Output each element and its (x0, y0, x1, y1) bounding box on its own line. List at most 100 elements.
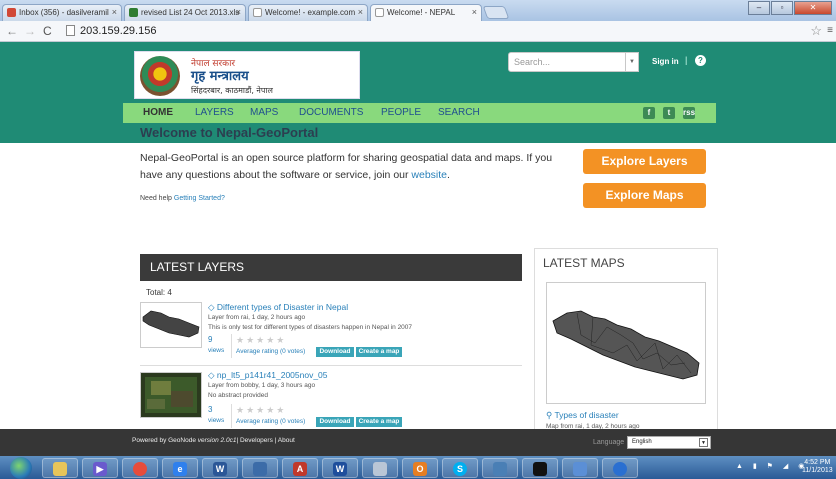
download-button[interactable]: Download (316, 347, 354, 357)
tab-example[interactable]: Welcome! - example.com × (248, 4, 368, 21)
clock-date: 11/1/2013 (802, 467, 833, 474)
nav-documents[interactable]: DOCUMENTS (299, 107, 363, 118)
rating-stars[interactable]: ★★★★★ (236, 405, 286, 416)
map-title[interactable]: ⚲ Types of disaster (546, 410, 619, 421)
page-title: Welcome to Nepal-GeoPortal (140, 125, 319, 140)
close-icon[interactable]: × (112, 7, 117, 17)
language-label: Language (593, 439, 625, 446)
site-logo[interactable]: नेपाल सरकार गृह मन्त्रालय सिंहदरबार, काठ… (134, 51, 360, 99)
taskbar-media[interactable]: ▶ (82, 458, 118, 478)
help-icon[interactable]: ? (695, 55, 706, 66)
version-text: version 2.0c1 (197, 437, 237, 444)
tab-inbox[interactable]: Inbox (356) - dasilveramil × (2, 4, 122, 21)
layer-title[interactable]: ◇ np_lt5_p141r41_2005nov_05 (208, 370, 328, 381)
nav-layers[interactable]: LAYERS (195, 107, 234, 118)
taskbar-network[interactable] (482, 458, 518, 478)
start-button[interactable] (10, 457, 32, 479)
logo-line-3: सिंहदरबार, काठमाडौं, नेपाल (191, 86, 273, 95)
taskbar-word-doc[interactable]: W (202, 458, 238, 478)
terminal-icon (533, 462, 547, 476)
facebook-icon[interactable]: f (643, 107, 655, 119)
menu-icon[interactable]: ≡ (827, 25, 833, 36)
tab-nepal[interactable]: Welcome! - NEPAL × (370, 4, 482, 22)
clock-time: 4:52 PM (804, 459, 831, 466)
website-link[interactable]: website (411, 169, 447, 181)
taskbar-powerpoint[interactable] (362, 458, 398, 478)
close-icon[interactable]: × (358, 7, 363, 17)
footer-links[interactable]: | Developers | About (236, 437, 294, 444)
folder-icon (53, 462, 67, 476)
map-thumbnail[interactable] (546, 282, 706, 404)
windows-taskbar: ▶ e W A W O S ▲ ▮ ⚑ ◢ ◉ 4:52 PM 11/1/201… (0, 456, 836, 479)
layer-thumbnail[interactable] (140, 372, 202, 418)
site-header: नेपाल सरकार गृह मन्त्रालय सिंहदरबार, काठ… (0, 42, 836, 143)
layer-title[interactable]: ◇ Different types of Disaster in Nepal (208, 302, 348, 313)
rating-stars[interactable]: ★★★★★ (236, 335, 286, 346)
need-help-text: Need help Getting Started? (140, 195, 225, 202)
taskbar-ie[interactable]: e (162, 458, 198, 478)
nav-people[interactable]: PEOPLE (381, 107, 421, 118)
new-tab-button[interactable] (482, 6, 510, 19)
taskbar-explorer[interactable] (42, 458, 78, 478)
layer-title-text[interactable]: np_lt5_p141r41_2005nov_05 (217, 370, 328, 380)
close-icon[interactable]: × (472, 7, 477, 17)
getting-started-link[interactable]: Getting Started? (174, 195, 225, 202)
clock[interactable]: 4:52 PM 11/1/2013 (802, 459, 833, 475)
download-button[interactable]: Download (316, 417, 354, 427)
row-divider (140, 365, 522, 366)
explore-maps-button[interactable]: Explore Maps (583, 183, 706, 208)
create-map-button[interactable]: Create a map (356, 347, 402, 357)
minimize-button[interactable]: – (748, 1, 770, 15)
nav-home[interactable]: HOME (143, 107, 173, 118)
url-field[interactable]: 203.159.29.156 (62, 23, 817, 40)
language-select[interactable]: English ▼ (627, 436, 711, 449)
drive-icon (129, 8, 138, 17)
window-controls: – ▫ ✕ (747, 1, 832, 15)
taskbar-globe[interactable] (602, 458, 638, 478)
page-icon (375, 8, 384, 17)
search-input[interactable]: Search... (508, 52, 626, 72)
taskbar-skype[interactable]: S (442, 458, 478, 478)
layer-view-count: 3 (208, 405, 213, 414)
taskbar-remote[interactable] (562, 458, 598, 478)
ie-icon: e (173, 462, 187, 476)
taskbar-pdf[interactable]: A (282, 458, 318, 478)
map-title-text[interactable]: Types of disaster (554, 410, 618, 420)
taskbar-chrome[interactable] (122, 458, 158, 478)
taskbar-office[interactable]: O (402, 458, 438, 478)
chevron-down-icon[interactable]: ▼ (626, 52, 639, 72)
reload-icon[interactable]: C (43, 24, 52, 38)
system-tray[interactable]: ▲ ▮ ⚑ ◢ ◉ (736, 462, 808, 470)
latest-layers-heading: LATEST LAYERS (140, 254, 522, 281)
window-close-button[interactable]: ✕ (794, 1, 832, 15)
network-icon (493, 462, 507, 476)
taskbar-cmd[interactable] (522, 458, 558, 478)
rss-icon[interactable]: rss (683, 107, 695, 119)
nav-maps[interactable]: MAPS (250, 107, 278, 118)
chrome-icon (133, 462, 147, 476)
close-icon[interactable]: × (236, 7, 241, 17)
layer-thumbnail[interactable] (140, 302, 202, 348)
main-nav: HOME LAYERS MAPS DOCUMENTS PEOPLE SEARCH… (123, 103, 716, 123)
powered-by[interactable]: Powered by GeoNode (132, 437, 196, 444)
tab-label: Welcome! - example.com (265, 8, 356, 17)
taskbar-app[interactable] (242, 458, 278, 478)
latest-maps-heading: LATEST MAPS (543, 256, 625, 270)
layer-rating[interactable]: Average rating (0 votes) (236, 418, 305, 425)
back-icon[interactable]: ← (6, 24, 18, 38)
taskbar-word[interactable]: W (322, 458, 358, 478)
site-footer: Powered by GeoNode version 2.0c1| Develo… (0, 429, 836, 456)
bookmark-star-icon[interactable]: ☆ (810, 23, 822, 39)
twitter-icon[interactable]: t (663, 107, 675, 119)
document-icon (373, 462, 387, 476)
need-help-label: Need help (140, 195, 172, 202)
layer-rating[interactable]: Average rating (0 votes) (236, 348, 305, 355)
maximize-button[interactable]: ▫ (771, 1, 793, 15)
layer-title-text[interactable]: Different types of Disaster in Nepal (217, 302, 348, 312)
sign-in-link[interactable]: Sign in (652, 57, 679, 66)
nav-search[interactable]: SEARCH (438, 107, 480, 118)
forward-icon[interactable]: → (24, 24, 36, 38)
create-map-button[interactable]: Create a map (356, 417, 402, 427)
explore-layers-button[interactable]: Explore Layers (583, 149, 706, 174)
tab-spreadsheet[interactable]: revised List 24 Oct 2013.xls × (124, 4, 246, 21)
